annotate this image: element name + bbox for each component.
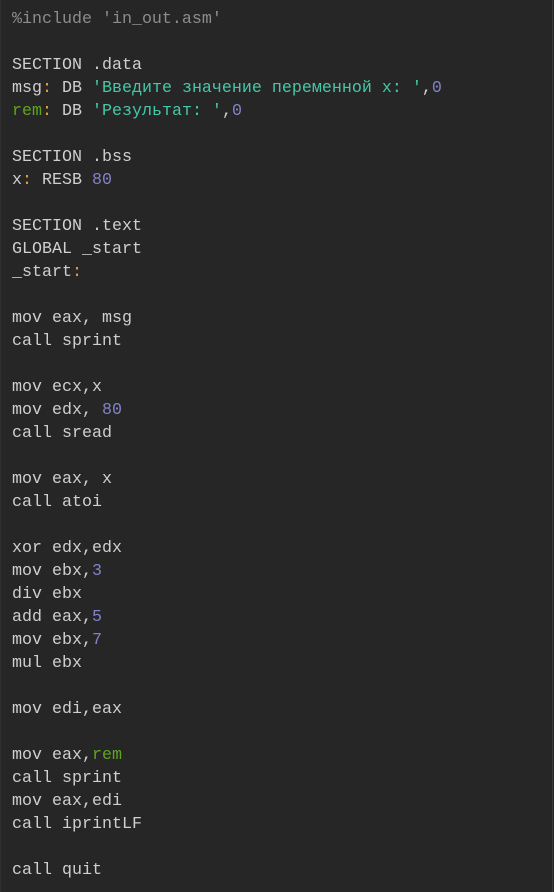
code-token: DB [52,102,92,121]
code-line[interactable]: add eax,5 [12,606,552,629]
code-token: mov eax,edi [12,792,122,811]
code-line[interactable]: call iprintLF [12,813,552,836]
code-line[interactable]: SECTION .data [12,54,552,77]
number-literal: 80 [91,171,112,190]
code-line[interactable]: call sprint [12,330,552,353]
code-token: , [421,79,432,98]
code-token: , [221,102,232,121]
number-literal: 80 [101,401,122,420]
code-line[interactable]: x: RESB 80 [12,169,552,192]
code-token: call sprint [12,332,122,351]
code-token: mul ebx [12,654,82,673]
code-line[interactable] [12,445,552,468]
code-token: mov edi,eax [12,700,122,719]
code-token: div ebx [12,585,82,604]
code-line[interactable] [12,721,552,744]
code-token: _start [12,263,72,282]
string-literal: 'Введите значение переменной x: ' [91,79,422,98]
code-token: call sprint [12,769,122,788]
code-token: SECTION .bss [12,148,132,167]
code-line[interactable] [12,284,552,307]
code-token: x [12,171,22,190]
code-line[interactable]: mov ebx,3 [12,560,552,583]
code-line[interactable]: GLOBAL _start [12,238,552,261]
code-token: xor edx,edx [12,539,122,558]
code-token: mov ebx, [12,562,92,581]
code-token: SECTION .data [12,56,142,75]
code-line[interactable]: mov ebx,7 [12,629,552,652]
colon-token: : [42,102,52,121]
code-token: mov eax, msg [12,309,132,328]
code-token: call atoi [12,493,102,512]
label-token: rem [12,102,42,121]
code-line[interactable] [12,675,552,698]
number-literal: 0 [431,79,442,98]
code-line[interactable]: _start: [12,261,552,284]
code-line[interactable] [12,514,552,537]
code-token: mov ebx, [12,631,92,650]
code-line[interactable] [12,123,552,146]
code-line[interactable]: xor edx,edx [12,537,552,560]
code-token: RESB [32,171,92,190]
code-token: add eax, [12,608,92,627]
code-line[interactable]: call atoi [12,491,552,514]
code-line[interactable] [12,31,552,54]
colon-token: : [42,79,52,98]
code-token: SECTION .text [12,217,142,236]
code-token: msg [12,79,42,98]
code-line[interactable]: div ebx [12,583,552,606]
code-token: mov eax, x [12,470,112,489]
code-line[interactable]: mov ecx,x [12,376,552,399]
code-line[interactable]: rem: DB 'Результат: ',0 [12,100,552,123]
code-token: DB [52,79,92,98]
code-line[interactable]: call sprint [12,767,552,790]
string-literal: 'Результат: ' [91,102,222,121]
code-token: GLOBAL _start [12,240,142,259]
code-line[interactable]: mul ebx [12,652,552,675]
number-literal: 3 [91,562,102,581]
code-token: mov edx, [12,401,102,420]
code-token: mov eax, [12,746,92,765]
code-line[interactable]: mov edi,eax [12,698,552,721]
code-line[interactable]: mov eax,rem [12,744,552,767]
code-line[interactable]: call quit [12,859,552,882]
number-literal: 5 [91,608,102,627]
code-line[interactable]: msg: DB 'Введите значение переменной x: … [12,77,552,100]
colon-token: : [71,263,82,282]
code-token: call sread [12,424,112,443]
code-token: mov ecx,x [12,378,102,397]
code-line[interactable] [12,353,552,376]
code-line[interactable] [12,836,552,859]
code-line[interactable]: %include 'in_out.asm' [12,8,552,31]
number-literal: 7 [91,631,102,650]
code-line[interactable]: mov edx, 80 [12,399,552,422]
number-literal: 0 [231,102,242,121]
code-line[interactable]: SECTION .bss [12,146,552,169]
code-line[interactable] [12,192,552,215]
code-line[interactable]: mov eax, msg [12,307,552,330]
code-token: call iprintLF [12,815,142,834]
code-line[interactable]: mov eax, x [12,468,552,491]
directive-token: %include 'in_out.asm' [12,10,222,29]
code-editor[interactable]: %include 'in_out.asm' SECTION .data msg: D… [0,0,553,892]
code-line[interactable]: mov eax,edi [12,790,552,813]
colon-token: : [22,171,32,190]
code-token: call quit [12,861,102,880]
label-token: rem [91,746,122,765]
code-line[interactable]: call sread [12,422,552,445]
code-line[interactable]: SECTION .text [12,215,552,238]
